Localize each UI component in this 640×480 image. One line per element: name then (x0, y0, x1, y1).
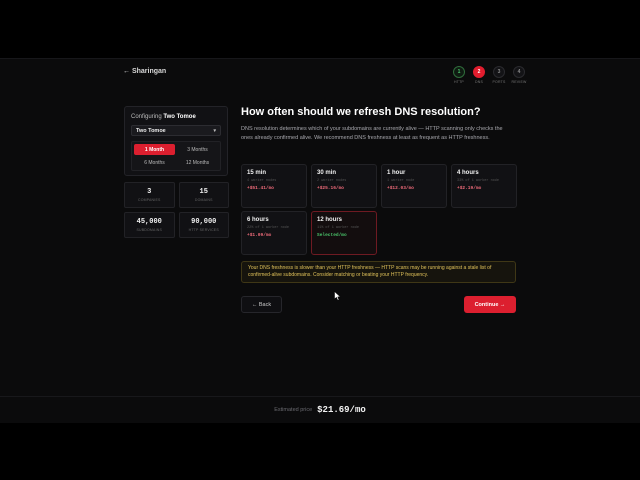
company-select-value: Two Tomoe (136, 128, 166, 134)
company-config-card: Configuring Two Tomoe Two Tomoe ▾ 1 Mont… (124, 106, 228, 176)
option-6-hours[interactable]: 6 hours 22% of 1 worker node +$1.09/mo (241, 211, 307, 255)
stat-value: 90,000 (191, 218, 217, 226)
progress-stepper: 1 HTTP 2 DNS 3 PORTS 4 REVIEW (452, 66, 526, 84)
step-ports-circle: 3 (493, 66, 505, 78)
step-http-label: HTTP (454, 80, 464, 84)
page-description: DNS resolution determines which of your … (241, 126, 503, 141)
option-workers: 22% of 1 worker node (247, 226, 290, 230)
option-title: 4 hours (457, 170, 479, 176)
back-to-sharingan-link[interactable]: ← Sharingan (123, 68, 166, 75)
chevron-down-icon: ▾ (213, 128, 216, 134)
option-title: 15 min (247, 170, 267, 176)
option-12-hours[interactable]: 12 hours 11% of 1 worker node Selected/m… (311, 211, 377, 255)
dns-frequency-options: 15 min 4 worker nodes +$51.41/mo 30 min … (241, 164, 517, 255)
stat-subdomains: 45,000 SUBDOMAINS (124, 212, 175, 238)
period-3-months[interactable]: 3 Months (177, 144, 218, 155)
stat-value: 3 (147, 188, 152, 196)
top-band (0, 0, 640, 58)
estimated-price-value: $21.69/mo (317, 405, 366, 415)
option-price: +$51.41/mo (247, 186, 275, 191)
stat-caption: HTTP SERVICES (188, 228, 219, 232)
stat-value: 45,000 (136, 218, 162, 226)
step-dns-circle: 2 (473, 66, 485, 78)
stat-value: 15 (199, 188, 208, 196)
period-toggle: 1 Month 3 Months 6 Months 12 Months (131, 141, 221, 171)
option-price: +$25.16/mo (317, 186, 345, 191)
step-http-circle: 1 (453, 66, 465, 78)
stat-companies: 3 COMPANIES (124, 182, 175, 208)
option-1-hour[interactable]: 1 hour 1 worker node +$12.03/mo (381, 164, 447, 208)
step-ports[interactable]: 3 PORTS (492, 66, 506, 84)
mouse-pointer-icon (334, 291, 341, 301)
step-ports-label: PORTS (492, 80, 506, 84)
continue-button[interactable]: Continue → (464, 296, 516, 313)
period-1-month[interactable]: 1 Month (134, 144, 175, 155)
stat-http-services: 90,000 HTTP SERVICES (178, 212, 229, 238)
estimated-price-label: Estimated price (274, 407, 313, 413)
config-prefix: Configuring (131, 114, 162, 120)
option-price: Selected/mo (317, 233, 347, 238)
period-6-months[interactable]: 6 Months (134, 157, 175, 168)
freshness-warning: Your DNS freshness is slower than your H… (241, 261, 516, 283)
option-price: +$2.19/mo (457, 186, 482, 191)
step-http[interactable]: 1 HTTP (452, 66, 466, 84)
stats-grid: 3 COMPANIES 15 DOMAINS 45,000 SUBDOMAINS… (124, 182, 229, 238)
price-footer: Estimated price $21.69/mo (0, 396, 640, 423)
stat-caption: SUBDOMAINS (136, 228, 163, 232)
option-15-min[interactable]: 15 min 4 worker nodes +$51.41/mo (241, 164, 307, 208)
option-title: 1 hour (387, 170, 406, 176)
option-workers: 1 worker node (387, 179, 415, 183)
stat-caption: COMPANIES (137, 198, 161, 202)
step-review-label: REVIEW (511, 80, 527, 84)
step-dns[interactable]: 2 DNS (472, 66, 486, 84)
period-12-months[interactable]: 12 Months (177, 157, 218, 168)
option-title: 30 min (317, 170, 337, 176)
option-workers: 11% of 1 worker node (317, 226, 360, 230)
step-dns-label: DNS (475, 80, 483, 84)
config-title: Configuring Two Tomoe (131, 114, 196, 120)
company-select[interactable]: Two Tomoe ▾ (131, 125, 221, 136)
step-review-circle: 4 (513, 66, 525, 78)
option-price: +$12.03/mo (387, 186, 415, 191)
option-price: +$1.09/mo (247, 233, 272, 238)
option-title: 12 hours (317, 217, 343, 223)
option-workers: 2 worker nodes (317, 179, 347, 183)
back-link-label: ← Sharingan (123, 68, 167, 75)
page-title: How often should we refresh DNS resoluti… (241, 106, 481, 118)
option-workers: 4 worker nodes (247, 179, 277, 183)
back-button[interactable]: ← Back (241, 296, 282, 313)
option-workers: 33% of 1 worker node (457, 179, 500, 183)
option-title: 6 hours (247, 217, 269, 223)
option-4-hours[interactable]: 4 hours 33% of 1 worker node +$2.19/mo (451, 164, 517, 208)
stat-domains: 15 DOMAINS (178, 182, 229, 208)
option-30-min[interactable]: 30 min 2 worker nodes +$25.16/mo (311, 164, 377, 208)
config-company-name: Two Tomoe (163, 114, 196, 120)
stat-caption: DOMAINS (194, 198, 213, 202)
step-review[interactable]: 4 REVIEW (512, 66, 526, 84)
